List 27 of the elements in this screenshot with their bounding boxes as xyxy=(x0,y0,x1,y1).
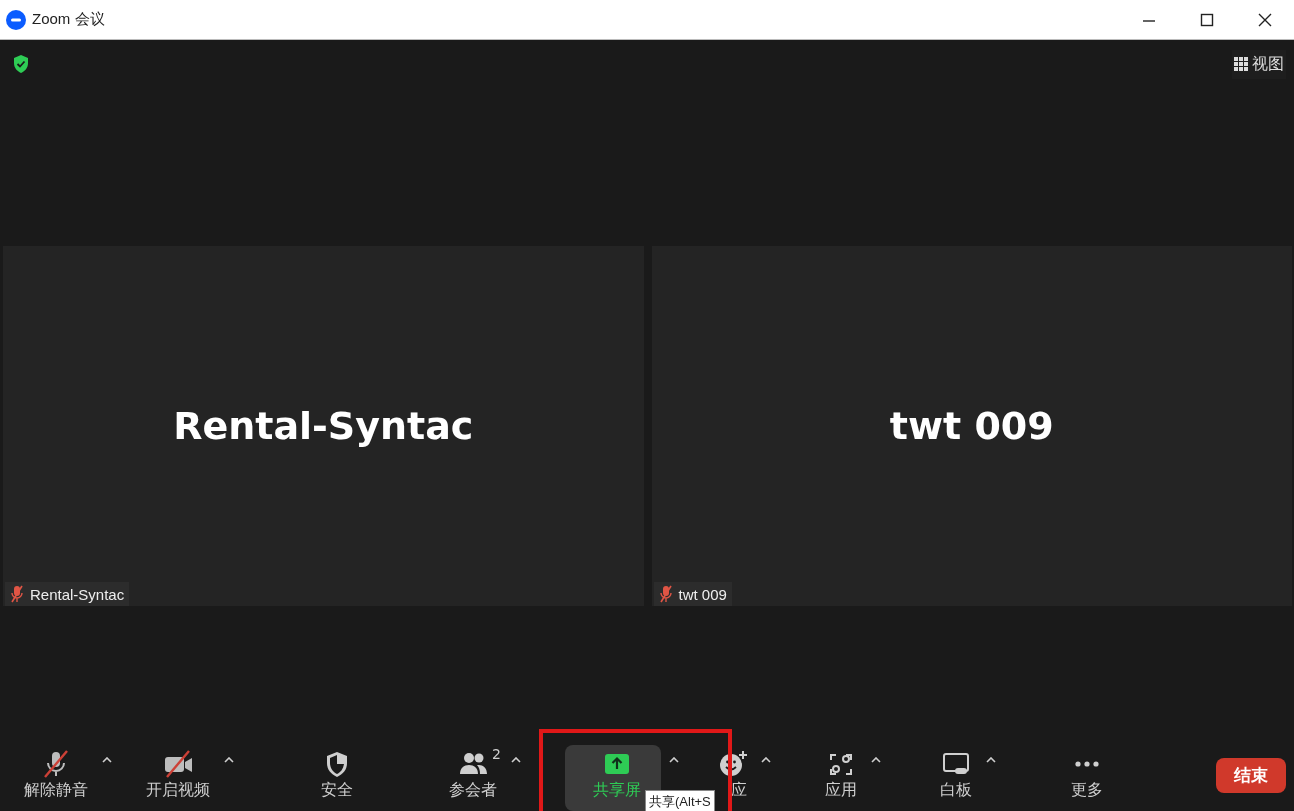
security-button[interactable]: 安全 xyxy=(314,745,359,811)
grid-icon xyxy=(1234,57,1248,71)
participant-count: 2 xyxy=(492,746,501,762)
caret-icon[interactable] xyxy=(669,757,679,763)
mic-button[interactable]: 解除静音 xyxy=(17,745,94,811)
video-button[interactable]: 开启视频 xyxy=(140,745,216,811)
caret-icon[interactable] xyxy=(870,757,881,763)
caret-icon[interactable] xyxy=(511,757,521,763)
caret-icon[interactable] xyxy=(985,757,996,763)
caret-icon[interactable] xyxy=(101,757,112,763)
participant-name: Rental-Syntac xyxy=(173,404,474,448)
end-button[interactable]: 结束 xyxy=(1216,757,1286,793)
caret-icon[interactable] xyxy=(761,757,771,763)
name-tag: twt 009 xyxy=(653,582,732,606)
participants-button[interactable]: 2 参会者 xyxy=(443,745,503,811)
view-button[interactable]: 视图 xyxy=(1232,49,1286,79)
maximize-icon[interactable] xyxy=(1200,12,1214,27)
app-logo-icon xyxy=(6,9,26,30)
participant-name: twt 009 xyxy=(889,404,1054,448)
caret-icon[interactable] xyxy=(224,757,234,763)
close-icon[interactable] xyxy=(1258,12,1272,27)
apps-button[interactable]: 应用 xyxy=(818,745,863,811)
name-tag: Rental-Syntac xyxy=(5,582,130,606)
window-title: Zoom 会议 xyxy=(32,10,105,29)
more-button[interactable]: 更多 xyxy=(1064,745,1109,811)
whiteboard-button[interactable]: 白板 xyxy=(933,745,978,811)
tooltip: 共享(Alt+S xyxy=(645,790,715,811)
